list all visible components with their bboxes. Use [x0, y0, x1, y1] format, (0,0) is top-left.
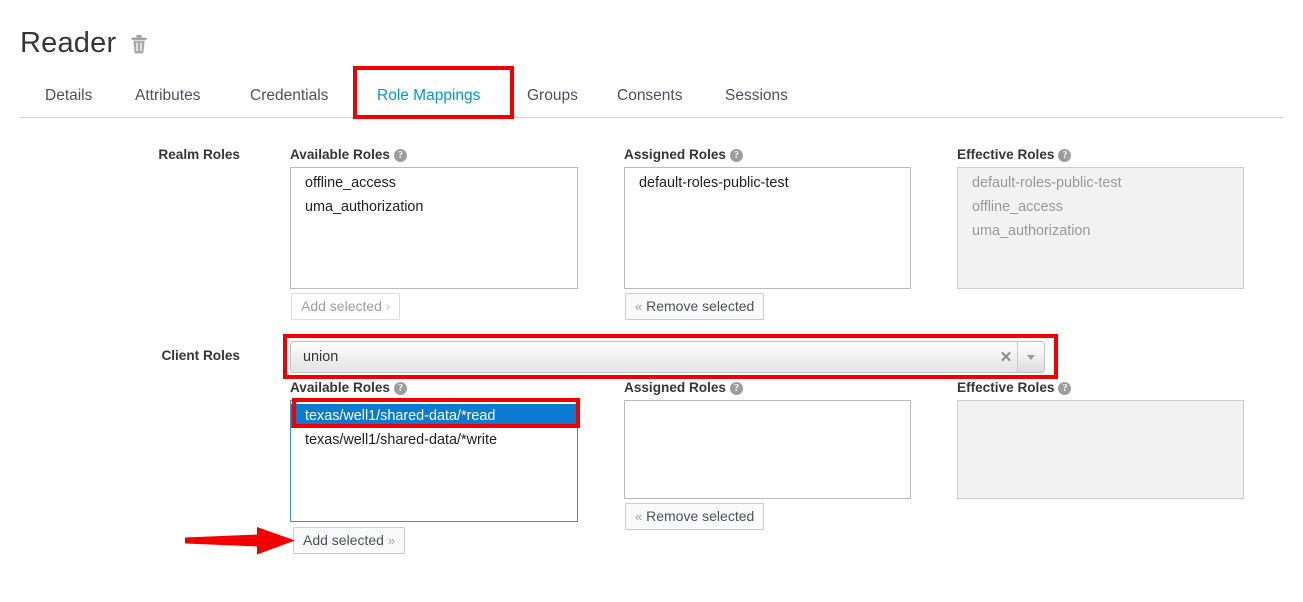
client-select-value[interactable]: union — [291, 349, 995, 365]
client-effective-roles-label: Effective Roles? — [957, 380, 1071, 395]
client-assigned-roles-label-text: Assigned Roles — [624, 380, 726, 395]
realm-effective-roles-listbox: default-roles-public-test offline_access… — [957, 167, 1244, 289]
client-add-selected-label: Add selected — [303, 532, 384, 548]
realm-add-selected-label: Add selected — [301, 298, 382, 314]
client-assigned-roles-label: Assigned Roles? — [624, 380, 743, 395]
help-circle-icon[interactable]: ? — [394, 382, 407, 395]
client-effective-roles-listbox — [957, 400, 1244, 499]
keycloak-user-role-mappings-page: Reader Details Attributes Credentials Ro… — [0, 0, 1303, 602]
realm-add-selected-button[interactable]: Add selected › — [291, 293, 400, 320]
client-available-roles-label-text: Available Roles — [290, 380, 390, 395]
client-remove-selected-button[interactable]: « Remove selected — [625, 503, 764, 530]
realm-available-roles-listbox[interactable]: offline_access uma_authorization — [290, 167, 578, 289]
tab-credentials[interactable]: Credentials — [248, 74, 330, 117]
help-circle-icon[interactable]: ? — [730, 382, 743, 395]
tab-sessions[interactable]: Sessions — [723, 74, 790, 117]
client-add-selected-button[interactable]: Add selected » — [293, 527, 405, 554]
client-effective-roles-label-text: Effective Roles — [957, 380, 1054, 395]
client-roles-section-label: Client Roles — [60, 348, 240, 363]
realm-assigned-roles-label: Assigned Roles? — [624, 147, 743, 162]
list-item[interactable]: uma_authorization — [291, 195, 577, 219]
help-circle-icon[interactable]: ? — [1058, 149, 1071, 162]
realm-assigned-roles-label-text: Assigned Roles — [624, 147, 726, 162]
realm-effective-roles-label: Effective Roles? — [957, 147, 1071, 162]
client-remove-selected-label: Remove selected — [646, 508, 754, 524]
trash-icon[interactable] — [129, 33, 149, 55]
realm-remove-selected-label: Remove selected — [646, 298, 754, 314]
chevron-left-double-icon: « — [635, 299, 642, 314]
list-item: offline_access — [958, 195, 1243, 219]
add-selected-pointer-arrow — [183, 524, 298, 558]
list-item[interactable]: default-roles-public-test — [625, 171, 910, 195]
list-item[interactable]: texas/well1/shared-data/*read — [291, 404, 577, 428]
help-circle-icon[interactable]: ? — [730, 149, 743, 162]
list-item: uma_authorization — [958, 219, 1243, 243]
page-title: Reader — [20, 25, 116, 61]
realm-assigned-roles-listbox[interactable]: default-roles-public-test — [624, 167, 911, 289]
client-assigned-roles-listbox[interactable] — [624, 400, 911, 499]
list-item[interactable]: texas/well1/shared-data/*write — [291, 428, 577, 452]
realm-effective-roles-label-text: Effective Roles — [957, 147, 1054, 162]
list-item: default-roles-public-test — [958, 171, 1243, 195]
chevron-down-icon[interactable] — [1017, 342, 1044, 372]
tab-consents[interactable]: Consents — [615, 74, 684, 117]
chevron-right-icon: › — [386, 299, 390, 314]
realm-available-roles-label-text: Available Roles — [290, 147, 390, 162]
client-available-roles-label: Available Roles? — [290, 380, 407, 395]
help-circle-icon[interactable]: ? — [394, 149, 407, 162]
tab-role-mappings[interactable]: Role Mappings — [375, 74, 482, 117]
tab-bar: Details Attributes Credentials Role Mapp… — [20, 74, 1283, 118]
realm-remove-selected-button[interactable]: « Remove selected — [625, 293, 764, 320]
tab-groups[interactable]: Groups — [525, 74, 580, 117]
help-circle-icon[interactable]: ? — [1058, 382, 1071, 395]
clear-x-icon[interactable]: ✕ — [995, 350, 1017, 365]
client-available-roles-listbox[interactable]: texas/well1/shared-data/*read texas/well… — [290, 400, 578, 522]
tab-attributes[interactable]: Attributes — [133, 74, 202, 117]
chevron-right-double-icon: » — [388, 533, 395, 548]
realm-roles-section-label: Realm Roles — [60, 147, 240, 162]
tab-details[interactable]: Details — [43, 74, 94, 117]
realm-available-roles-label: Available Roles? — [290, 147, 407, 162]
chevron-left-double-icon: « — [635, 509, 642, 524]
list-item[interactable]: offline_access — [291, 171, 577, 195]
client-select[interactable]: union ✕ — [290, 341, 1045, 373]
